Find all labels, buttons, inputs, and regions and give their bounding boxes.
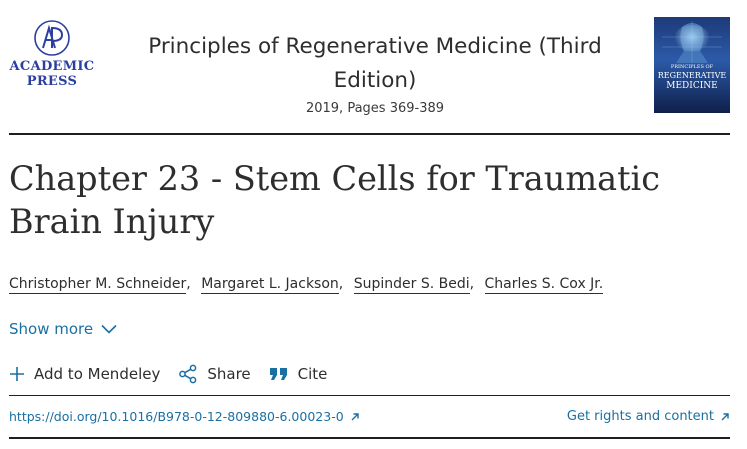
share-button[interactable]: Share bbox=[178, 364, 251, 384]
author-link[interactable]: Supinder S. Bedi bbox=[353, 276, 470, 294]
links-divider bbox=[9, 437, 730, 439]
quote-icon bbox=[269, 366, 289, 382]
doi-link[interactable]: https://doi.org/10.1016/B978-0-12-809880… bbox=[9, 409, 360, 424]
publisher-name-line1: ACADEMIC bbox=[9, 59, 95, 74]
show-more-label: Show more bbox=[9, 320, 94, 338]
doi-label: https://doi.org/10.1016/B978-0-12-809880… bbox=[9, 409, 344, 424]
add-to-mendeley-button[interactable]: Add to Mendeley bbox=[9, 365, 160, 383]
book-cover[interactable]: PRINCIPLES OF REGENERATIVE MEDICINE bbox=[654, 17, 730, 113]
chapter-title: Chapter 23 - Stem Cells for Traumatic Br… bbox=[9, 159, 661, 241]
article-actions: Add to Mendeley Share Cite bbox=[9, 364, 345, 384]
external-link-icon bbox=[350, 412, 360, 422]
author-link[interactable]: Margaret L. Jackson bbox=[201, 276, 339, 294]
share-icon bbox=[178, 364, 198, 384]
header-divider bbox=[9, 133, 730, 135]
plus-icon bbox=[9, 366, 25, 382]
cover-line2: REGENERATIVE bbox=[657, 71, 727, 80]
book-title[interactable]: Principles of Regenerative Medicine (Thi… bbox=[120, 30, 630, 98]
cite-label: Cite bbox=[297, 365, 328, 383]
get-rights-link[interactable]: Get rights and content bbox=[567, 409, 730, 424]
academic-press-logo-icon bbox=[34, 20, 70, 56]
external-link-icon bbox=[720, 412, 730, 422]
chevron-down-icon bbox=[101, 324, 117, 334]
book-header: ACADEMIC PRESS Principles of Regenerativ… bbox=[0, 0, 747, 133]
cover-line3: MEDICINE bbox=[666, 81, 718, 91]
actions-divider bbox=[9, 395, 730, 396]
author-separator: , bbox=[338, 276, 344, 292]
author-separator: , bbox=[186, 276, 191, 292]
get-rights-label: Get rights and content bbox=[566, 409, 714, 424]
cite-button[interactable]: Cite bbox=[269, 365, 328, 383]
book-meta: 2019, Pages 369-389 bbox=[305, 101, 445, 116]
author-link[interactable]: Charles S. Cox Jr. bbox=[484, 276, 604, 294]
publisher-name-line2: PRESS bbox=[26, 74, 78, 89]
show-more-button[interactable]: Show more bbox=[9, 320, 117, 338]
author-separator: , bbox=[469, 276, 475, 292]
author-list: Christopher M. Schneider, Margaret L. Ja… bbox=[9, 276, 604, 294]
publisher-logo[interactable]: ACADEMIC PRESS bbox=[8, 18, 96, 90]
cover-line1: PRINCIPLES OF bbox=[670, 64, 714, 70]
author-link[interactable]: Christopher M. Schneider bbox=[9, 276, 187, 294]
add-to-mendeley-label: Add to Mendeley bbox=[34, 365, 161, 383]
share-label: Share bbox=[207, 365, 251, 383]
